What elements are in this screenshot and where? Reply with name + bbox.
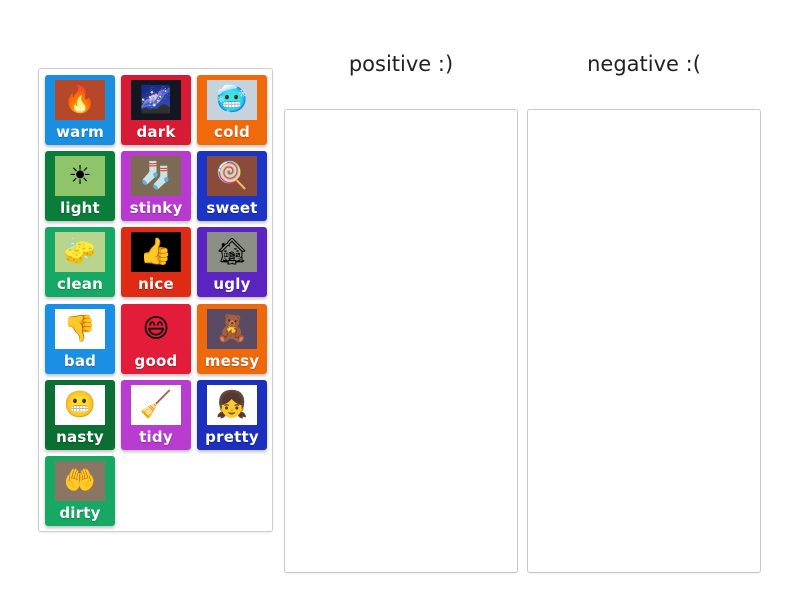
word-card-label: bad	[63, 352, 97, 370]
word-card-stinky[interactable]: 🧦 stinky	[121, 151, 191, 221]
word-card-label: dark	[136, 123, 176, 141]
word-card-nice[interactable]: 👍 nice	[121, 227, 191, 297]
sunny-grass-image: ☀	[55, 156, 105, 196]
word-card-label: dirty	[59, 504, 101, 522]
candy-shop-image: 🍭	[207, 156, 257, 196]
word-card-warm[interactable]: 🔥 warm	[45, 75, 115, 145]
old-house-image: 🏚	[207, 232, 257, 272]
word-card-label: pretty	[205, 428, 259, 446]
word-card-label: messy	[204, 352, 260, 370]
word-card-ugly[interactable]: 🏚 ugly	[197, 227, 267, 297]
column-title-negative: negative :(	[587, 52, 701, 76]
night-sky-image: 🌌	[131, 80, 181, 120]
word-card-label: nice	[138, 275, 174, 293]
column-title-positive: positive :)	[348, 52, 454, 76]
word-card-bad[interactable]: 👎 bad	[45, 304, 115, 374]
word-card-messy[interactable]: 🧸 messy	[197, 304, 267, 374]
messy-room-image: 🧸	[207, 309, 257, 349]
dropzone-positive[interactable]	[284, 109, 518, 573]
word-card-label: light	[60, 199, 100, 217]
frozen-person-image: 🥶	[207, 80, 257, 120]
word-card-dark[interactable]: 🌌 dark	[121, 75, 191, 145]
word-card-clean[interactable]: 🧽 clean	[45, 227, 115, 297]
word-card-label: ugly	[213, 275, 251, 293]
word-card-label: good	[134, 352, 178, 370]
word-card-good[interactable]: 😄 good	[121, 304, 191, 374]
pretty-girl-image: 👧	[207, 385, 257, 425]
word-card-sweet[interactable]: 🍭 sweet	[197, 151, 267, 221]
word-card-label: cold	[214, 123, 250, 141]
smelly-man-image: 🧦	[131, 156, 181, 196]
girl-sweeping-image: 🧹	[131, 385, 181, 425]
word-card-label: clean	[56, 275, 103, 293]
word-card-dirty[interactable]: 🤲 dirty	[45, 456, 115, 526]
word-card-label: tidy	[139, 428, 173, 446]
thumbs-down-image: 👎	[55, 309, 105, 349]
word-card-tidy[interactable]: 🧹 tidy	[121, 380, 191, 450]
word-card-label: stinky	[129, 199, 183, 217]
very-nice-thumb-image: 👍	[131, 232, 181, 272]
fireplace-socks-image: 🔥	[55, 80, 105, 120]
word-card-pretty[interactable]: 👧 pretty	[197, 380, 267, 450]
smiley-thumbs-up-image: 😄	[131, 309, 181, 349]
word-card-label: nasty	[56, 428, 104, 446]
word-card-label: warm	[56, 123, 104, 141]
dirty-hands-image: 🤲	[55, 461, 105, 501]
word-card-nasty[interactable]: 😬 nasty	[45, 380, 115, 450]
word-card-cold[interactable]: 🥶 cold	[197, 75, 267, 145]
window-cleaning-image: 🧽	[55, 232, 105, 272]
card-pool: 🔥 warm 🌌 dark 🥶 cold ☀ light 🧦 stinky 🍭 sweet 🧽 clean…	[38, 68, 273, 532]
word-card-light[interactable]: ☀ light	[45, 151, 115, 221]
dropzone-negative[interactable]	[527, 109, 761, 573]
word-card-label: sweet	[206, 199, 258, 217]
angry-emoji-image: 😬	[55, 385, 105, 425]
